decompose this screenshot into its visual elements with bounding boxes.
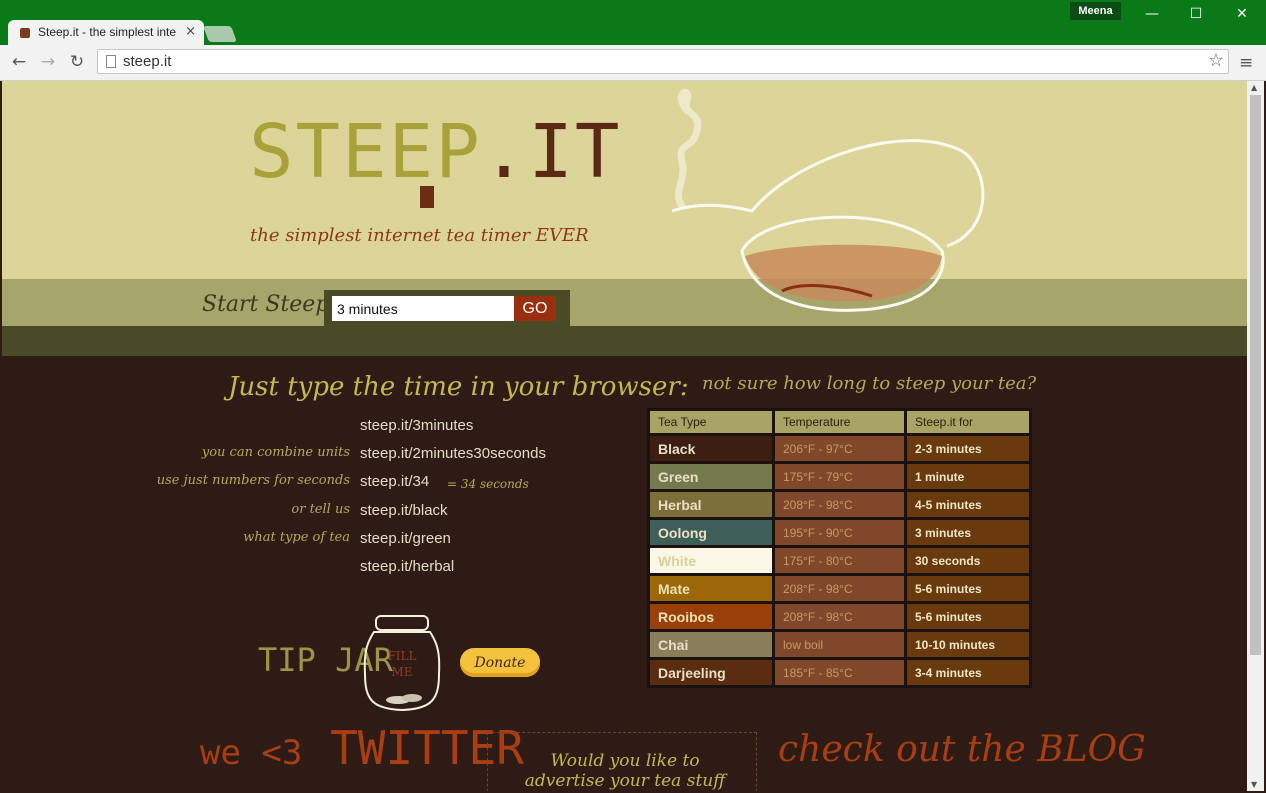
table-row[interactable]: Oolong 195°F - 90°C 3 minutes — [650, 520, 1029, 545]
bookmark-star-icon[interactable]: ☆ — [1208, 50, 1224, 71]
scroll-up-icon[interactable]: ▲ — [1251, 83, 1257, 92]
instruction-note: or tell us — [291, 502, 350, 517]
logo-steep: STEEP — [249, 109, 482, 195]
hill-band — [2, 279, 1247, 329]
hero-background — [2, 81, 1247, 281]
tea-name[interactable]: Darjeeling — [650, 660, 772, 685]
tea-temp: 185°F - 85°C — [775, 660, 904, 685]
advertise-box[interactable]: Would you like to advertise your tea stu… — [487, 732, 757, 791]
forward-button[interactable]: → — [37, 51, 59, 73]
chrome-menu-icon[interactable]: ≡ — [1239, 53, 1253, 73]
header-temperature: Temperature — [775, 411, 904, 433]
profile-badge[interactable]: Meena — [1070, 2, 1121, 20]
tab-steepit[interactable]: Steep.it - the simplest inte × — [8, 20, 204, 46]
tea-time[interactable]: 2-3 minutes — [907, 436, 1029, 461]
page-icon — [106, 55, 116, 68]
tea-temp: low boil — [775, 632, 904, 657]
table-row[interactable]: Darjeeling 185°F - 85°C 3-4 minutes — [650, 660, 1029, 685]
example-url[interactable]: steep.it/34 — [360, 473, 429, 490]
back-button[interactable]: ← — [8, 51, 30, 73]
tea-name[interactable]: Oolong — [650, 520, 772, 545]
tea-temp: 206°F - 97°C — [775, 436, 904, 461]
instruction-note: what type of tea — [243, 530, 350, 545]
tea-name[interactable]: Herbal — [650, 492, 772, 517]
vertical-scrollbar[interactable]: ▲ ▼ — [1247, 81, 1264, 791]
table-row[interactable]: Chai low boil 10-10 minutes — [650, 632, 1029, 657]
table-header-row: Tea Type Temperature Steep.it for — [650, 411, 1029, 433]
ground-band — [2, 326, 1247, 356]
blog-link[interactable]: check out the BLOG — [778, 729, 1146, 770]
tab-close-icon[interactable]: × — [185, 24, 196, 39]
tea-temp: 208°F - 98°C — [775, 604, 904, 629]
tea-time[interactable]: 4-5 minutes — [907, 492, 1029, 517]
tea-temp: 175°F - 79°C — [775, 464, 904, 489]
instruction-note: you can combine units — [201, 445, 350, 460]
tea-table: Tea Type Temperature Steep.it for Black 2… — [647, 408, 1032, 688]
tagline: the simplest internet tea timer EVER — [250, 225, 589, 246]
header-tea-type: Tea Type — [650, 411, 772, 433]
tea-table-title: not sure how long to steep your tea? — [702, 373, 1037, 394]
jar-text-fill: FILL — [387, 649, 416, 663]
tab-title: Steep.it - the simplest inte — [38, 25, 177, 39]
new-tab-button[interactable] — [203, 26, 237, 42]
teapot-illustration-icon — [671, 88, 985, 312]
table-row[interactable]: Rooibos 208°F - 98°C 5-6 minutes — [650, 604, 1029, 629]
browser-toolbar: ← → ↻ steep.it ☆ ≡ — [0, 45, 1266, 81]
instruction-note: use just numbers for seconds — [156, 473, 350, 488]
tea-time[interactable]: 30 seconds — [907, 548, 1029, 573]
twitter-prefix: we <3 — [200, 733, 303, 773]
address-bar[interactable]: steep.it ☆ — [97, 49, 1229, 74]
scroll-down-icon[interactable]: ▼ — [1251, 780, 1257, 789]
advertise-text: Would you like to advertise your tea stu… — [524, 751, 726, 791]
page-viewport: STEEP.IT the simplest internet tea timer… — [2, 81, 1247, 791]
table-row[interactable]: Green 175°F - 79°C 1 minute — [650, 464, 1029, 489]
example-url[interactable]: steep.it/2minutes30seconds — [360, 445, 546, 462]
example-url[interactable]: steep.it/green — [360, 530, 451, 547]
tip-jar-icon: FILL ME — [363, 615, 441, 712]
browser-titlebar: Steep.it - the simplest inte × Meena — ☐… — [0, 0, 1266, 46]
tea-temp: 195°F - 90°C — [775, 520, 904, 545]
example-url[interactable]: steep.it/herbal — [360, 558, 454, 575]
reload-button[interactable]: ↻ — [66, 51, 88, 73]
tea-name[interactable]: Rooibos — [650, 604, 772, 629]
tea-name[interactable]: White — [650, 548, 772, 573]
table-row[interactable]: Mate 208°F - 98°C 5-6 minutes — [650, 576, 1029, 601]
instructions-title: Just type the time in your browser: — [228, 372, 689, 402]
instruction-suffix: = 34 seconds — [447, 477, 529, 491]
tea-name[interactable]: Chai — [650, 632, 772, 657]
example-url[interactable]: steep.it/black — [360, 502, 448, 519]
go-button[interactable]: GO — [514, 296, 556, 321]
tea-time[interactable]: 5-6 minutes — [907, 576, 1029, 601]
twitter-link[interactable]: we <3 TWITTER — [200, 721, 524, 775]
tea-time[interactable]: 3 minutes — [907, 520, 1029, 545]
tea-time[interactable]: 3-4 minutes — [907, 660, 1029, 685]
tea-name[interactable]: Green — [650, 464, 772, 489]
timer-input[interactable] — [332, 296, 514, 321]
tea-temp: 208°F - 98°C — [775, 492, 904, 517]
minimize-button[interactable]: — — [1138, 4, 1166, 24]
donate-button[interactable]: Donate — [460, 648, 540, 677]
tea-name[interactable]: Mate — [650, 576, 772, 601]
teabag-icon — [420, 186, 434, 208]
logo-it: .IT — [481, 109, 622, 195]
url-text: steep.it — [123, 53, 172, 70]
example-url[interactable]: steep.it/3minutes — [360, 417, 473, 434]
maximize-button[interactable]: ☐ — [1182, 4, 1210, 24]
close-window-button[interactable]: ✕ — [1228, 4, 1256, 24]
tea-time[interactable]: 5-6 minutes — [907, 604, 1029, 629]
tea-time[interactable]: 1 minute — [907, 464, 1029, 489]
table-row[interactable]: White 175°F - 80°C 30 seconds — [650, 548, 1029, 573]
tea-temp: 208°F - 98°C — [775, 576, 904, 601]
jar-text-me: ME — [391, 665, 412, 679]
scrollbar-thumb[interactable] — [1250, 95, 1261, 655]
table-row[interactable]: Herbal 208°F - 98°C 4-5 minutes — [650, 492, 1029, 517]
tea-name[interactable]: Black — [650, 436, 772, 461]
tea-time[interactable]: 10-10 minutes — [907, 632, 1029, 657]
header-steep-time: Steep.it for — [907, 411, 1029, 433]
site-logo[interactable]: STEEP.IT — [249, 109, 621, 195]
table-row[interactable]: Black 206°F - 97°C 2-3 minutes — [650, 436, 1029, 461]
tea-temp: 175°F - 80°C — [775, 548, 904, 573]
teacup-favicon-icon — [20, 28, 30, 38]
